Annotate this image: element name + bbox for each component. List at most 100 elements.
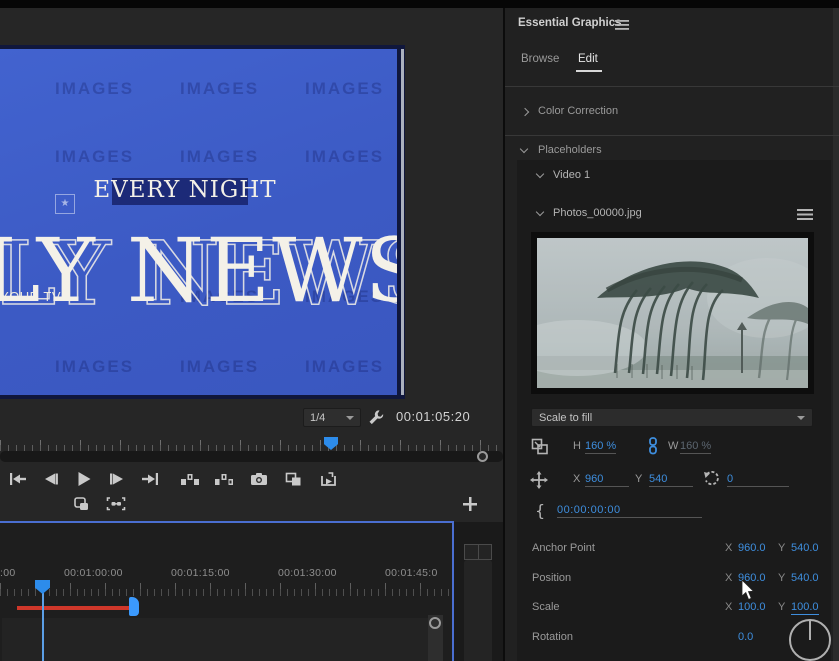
watermark-text: IMAGES [180, 79, 259, 99]
link-icon[interactable] [648, 437, 658, 460]
divider [505, 86, 839, 87]
scale-icon [531, 438, 549, 460]
drag-video-button[interactable] [70, 494, 94, 514]
monitor-mini-ruler[interactable] [0, 436, 503, 451]
section-color-correction[interactable]: Color Correction [505, 102, 839, 124]
ruler-label: 00:01:30:00 [278, 567, 337, 579]
watermark-text: IMAGES [305, 147, 384, 167]
chevron-down-icon [520, 145, 528, 153]
prop-label: Anchor Point [532, 542, 595, 554]
pos-y-value[interactable]: 540 [649, 473, 693, 487]
scale-y-value[interactable]: 100.0 [791, 601, 819, 615]
ruler-label: 00:01:15:00 [171, 567, 230, 579]
position-y-value[interactable]: 540.0 [791, 572, 819, 584]
y-label: Y [635, 473, 642, 485]
essential-graphics-panel: Essential Graphics Browse Edit Color Cor… [503, 8, 839, 661]
clip-timecode-row: { 00:00:00:00 [517, 502, 831, 522]
scale-h-value[interactable]: 160 % [585, 440, 616, 454]
timeline-playhead-line [42, 593, 44, 661]
monitor-scrollbar[interactable] [0, 451, 503, 462]
play-button[interactable] [72, 469, 96, 489]
timeline-track-area[interactable] [2, 618, 438, 661]
drag-audio-button[interactable] [104, 494, 128, 514]
monitor-settings-button[interactable] [366, 408, 386, 427]
active-tab-underline [576, 70, 602, 72]
anchor-x-value[interactable]: 960.0 [738, 542, 766, 554]
chevron-down-icon [536, 170, 544, 178]
comparison-view-button[interactable] [281, 469, 305, 489]
ruler-label: :00 [0, 567, 16, 579]
premiere-workspace: IMAGES IMAGES IMAGES IMAGES IMAGES IMAGE… [0, 0, 839, 661]
rotation-value[interactable]: 0.0 [738, 631, 753, 643]
prop-scale: Scale X 100.0 Y 100.0 [517, 599, 831, 617]
goto-out-button[interactable] [138, 469, 162, 489]
prop-label: Scale [532, 601, 560, 613]
anchor-y-value[interactable]: 540.0 [791, 542, 819, 554]
tab-browse[interactable]: Browse [521, 53, 559, 65]
prop-rotation: Rotation 0.0 [517, 629, 831, 647]
chevron-down-icon [536, 208, 544, 216]
clip-timecode-value[interactable]: 00:00:00:00 [557, 504, 702, 518]
x-label: X [573, 473, 580, 485]
prop-position: Position X 960.0 Y 540.0 [517, 570, 831, 588]
mouse-cursor [741, 580, 755, 606]
export-frame-button[interactable] [247, 469, 271, 489]
panel-menu-icon[interactable] [615, 18, 629, 30]
button-editor-plus-button[interactable] [461, 495, 479, 513]
w-label: W [668, 440, 678, 452]
render-bar-red [17, 606, 135, 610]
export-button[interactable] [316, 469, 340, 489]
rotation-dial[interactable] [789, 619, 831, 661]
step-back-button[interactable] [39, 469, 63, 489]
monitor-zoom-select[interactable]: 1/4 [303, 408, 361, 427]
tab-edit[interactable]: Edit [578, 53, 598, 65]
goto-in-button[interactable] [6, 469, 30, 489]
divider [505, 135, 839, 136]
program-monitor-video[interactable]: IMAGES IMAGES IMAGES IMAGES IMAGES IMAGE… [0, 45, 405, 399]
headline-text: LY NEWS [0, 225, 397, 317]
kicker-text: EVERY NIGHT [70, 177, 300, 203]
watermark-text: IMAGES [305, 79, 384, 99]
program-timecode[interactable]: 00:01:05:20 [396, 409, 486, 424]
headline: LY NEWS LY NEWS [0, 225, 397, 335]
keyframe-brace-icon: { [535, 501, 545, 520]
scale-w-value[interactable]: 160 % [680, 440, 711, 454]
h-label: H [573, 440, 581, 452]
monitor-scrollbar-handle[interactable] [477, 451, 488, 462]
timeline-ruler[interactable] [0, 580, 452, 596]
x-prefix: X [725, 601, 732, 613]
x-prefix: X [725, 542, 732, 554]
top-black-bar [0, 0, 839, 8]
clip-row-photos[interactable]: Photos_00000.jpg [517, 204, 831, 226]
clip-thumbnail[interactable] [531, 232, 814, 394]
vertical-scrollbar[interactable] [464, 560, 492, 661]
position-xy-row: X 960 Y 540 0 [517, 471, 831, 491]
track-header-box[interactable] [464, 544, 492, 560]
track-row-video1[interactable]: Video 1 [517, 166, 831, 188]
timeline-clip-marker[interactable] [129, 597, 139, 616]
watermark-text: IMAGES [180, 357, 259, 377]
timeline-panel[interactable]: :00 00:01:00:00 00:01:15:00 00:01:30:00 … [0, 521, 454, 661]
chevron-down-icon [346, 416, 354, 420]
video-frame-edge [401, 49, 404, 395]
watermark-text: IMAGES [55, 147, 134, 167]
rotation-quick-value[interactable]: 0 [727, 473, 789, 487]
watermark-text: IMAGES [55, 79, 134, 99]
video-canvas: IMAGES IMAGES IMAGES IMAGES IMAGES IMAGE… [0, 49, 397, 395]
fit-mode-value: Scale to fill [539, 412, 797, 424]
pos-x-value[interactable]: 960 [585, 473, 629, 487]
ruler-label: 00:01:45:0 [385, 567, 438, 579]
prop-label: Rotation [532, 631, 573, 643]
move-icon [530, 471, 548, 494]
scale-h-number: 160 [585, 440, 603, 452]
clip-menu-icon[interactable] [797, 208, 813, 221]
scale-hw-row: H 160 % W 160 % [517, 438, 831, 458]
rotate-reset-icon[interactable] [703, 471, 720, 492]
y-prefix: Y [778, 601, 785, 613]
step-forward-button[interactable] [105, 469, 129, 489]
timeline-scrollbar-handle[interactable] [429, 617, 441, 629]
extract-button[interactable] [212, 469, 236, 489]
lift-button[interactable] [178, 469, 202, 489]
percent-sign: % [701, 440, 711, 452]
fit-mode-select[interactable]: Scale to fill [531, 408, 813, 427]
